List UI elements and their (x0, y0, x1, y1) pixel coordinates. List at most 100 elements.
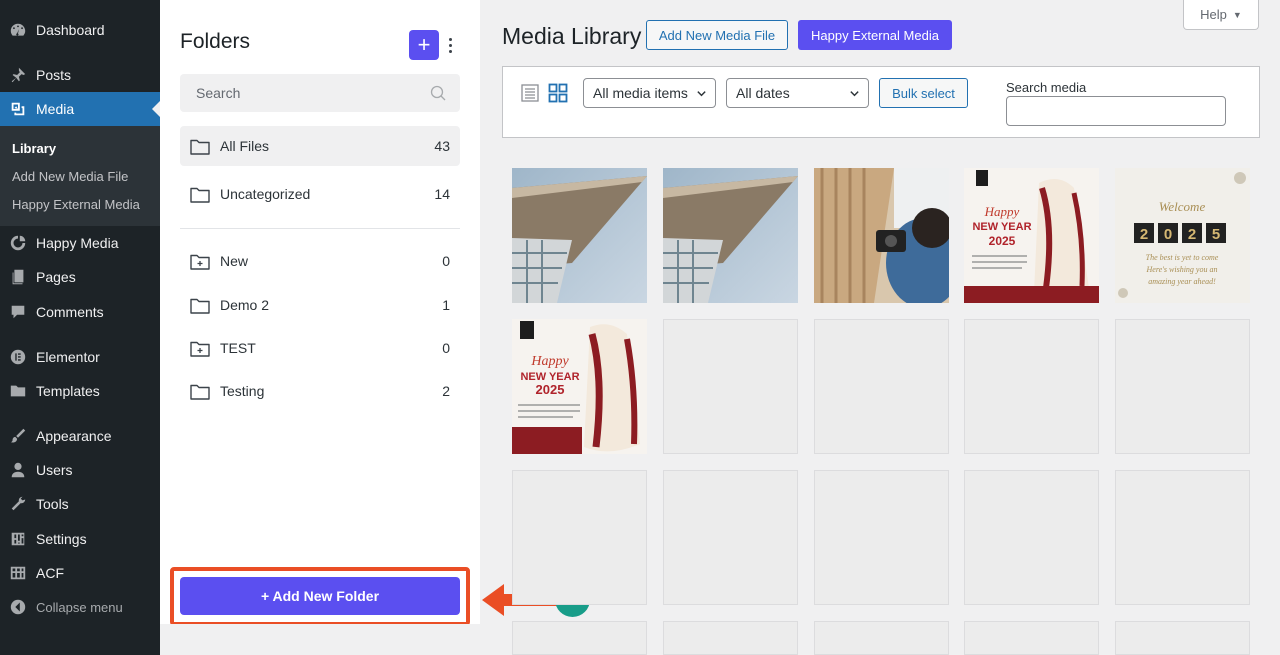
folder-count: 14 (434, 186, 450, 202)
media-placeholder[interactable] (1115, 470, 1250, 605)
menu-label: Pages (36, 269, 76, 285)
media-placeholder[interactable] (814, 470, 949, 605)
happy-external-media-button[interactable]: Happy External Media (798, 20, 952, 50)
date-filter[interactable]: All dates (726, 78, 869, 108)
media-thumbnail-building[interactable] (663, 168, 798, 303)
media-placeholder[interactable] (964, 319, 1099, 454)
folder-all-files[interactable]: All Files 43 (180, 126, 460, 166)
folder-name: All Files (220, 138, 270, 154)
welcome-text: Welcome (1159, 199, 1206, 214)
media-placeholder[interactable] (1115, 621, 1250, 655)
menu-label: Settings (36, 531, 87, 547)
grid-view-icon[interactable] (548, 83, 568, 103)
folder-count: 1 (442, 297, 450, 313)
collapse-label: Collapse menu (36, 599, 123, 615)
digit: 5 (1212, 226, 1220, 243)
media-placeholder[interactable] (964, 470, 1099, 605)
menu-item-happy-media[interactable]: Happy Media (0, 226, 160, 260)
menu-item-templates[interactable]: Templates (0, 374, 160, 408)
folder-icon (190, 297, 220, 314)
media-placeholder[interactable] (964, 621, 1099, 655)
folder-name: Demo 2 (220, 297, 270, 313)
media-placeholder[interactable] (814, 319, 949, 454)
folder-count: 0 (442, 253, 450, 269)
menu-label: Posts (36, 67, 72, 83)
wrench-icon (0, 495, 36, 513)
menu-item-elementor[interactable]: Elementor (0, 340, 160, 374)
menu-item-media[interactable]: Media (0, 92, 160, 126)
menu-label: Tools (36, 496, 69, 512)
media-thumbnail-new-year-flyer[interactable]: Happy NEW YEAR 2025 (964, 168, 1099, 303)
user-icon (0, 461, 36, 479)
help-tab[interactable]: Help ▼ (1183, 0, 1259, 30)
add-new-folder-button[interactable]: + Add New Folder (180, 577, 460, 615)
folder-item[interactable]: TEST 0 (180, 328, 460, 368)
menu-item-posts[interactable]: Posts (0, 58, 160, 92)
flyer-year: 2025 (536, 382, 565, 397)
menu-item-tools[interactable]: Tools (0, 487, 160, 521)
media-placeholder[interactable] (663, 319, 798, 454)
flyer-happy: Happy (984, 204, 1020, 219)
flyer-new-year: NEW YEAR (972, 221, 1031, 233)
menu-item-comments[interactable]: Comments (0, 295, 160, 329)
submenu-library[interactable]: Library (12, 141, 56, 156)
media-placeholder[interactable] (663, 621, 798, 655)
sliders-icon (0, 530, 36, 548)
more-options-icon[interactable] (442, 34, 458, 56)
menu-item-users[interactable]: Users (0, 453, 160, 487)
folder-count: 2 (442, 383, 450, 399)
folder-item[interactable]: Testing 2 (180, 371, 460, 411)
folder-item[interactable]: New 0 (180, 241, 460, 281)
folder-divider (180, 228, 460, 229)
folder-name: Testing (220, 383, 265, 399)
folder-count: 0 (442, 340, 450, 356)
media-type-filter[interactable]: All media items (583, 78, 716, 108)
folder-icon (190, 383, 220, 400)
dashboard-icon (0, 21, 36, 39)
happy-media-icon (0, 234, 36, 252)
menu-label: Comments (36, 304, 104, 320)
folder-uncategorized[interactable]: Uncategorized 14 (180, 174, 460, 214)
media-thumbnail-building[interactable] (512, 168, 647, 303)
media-placeholder[interactable] (512, 470, 647, 605)
chevron-down-icon (697, 91, 706, 97)
menu-item-dashboard[interactable]: Dashboard (0, 13, 160, 47)
search-media-input[interactable] (1006, 96, 1226, 126)
media-thumbnail-welcome-2025[interactable]: Welcome 2 0 2 5 The best is yet to come … (1115, 168, 1250, 303)
menu-item-acf[interactable]: ACF (0, 556, 160, 590)
folder-item[interactable]: Demo 2 1 (180, 285, 460, 325)
photographer-photo (814, 168, 949, 303)
folder-count: 43 (434, 138, 450, 154)
comments-icon (0, 303, 36, 321)
new-year-flyer: Happy NEW YEAR 2025 (512, 319, 647, 454)
folder-search-input[interactable] (180, 74, 460, 112)
add-new-media-button[interactable]: Add New Media File (646, 20, 788, 50)
menu-label: Dashboard (36, 22, 105, 38)
brush-icon (0, 427, 36, 445)
list-view-icon[interactable] (521, 84, 539, 102)
media-placeholder[interactable] (663, 470, 798, 605)
folder-plus-icon (190, 340, 220, 357)
menu-label: Elementor (36, 349, 100, 365)
menu-item-pages[interactable]: Pages (0, 260, 160, 294)
menu-item-appearance[interactable]: Appearance (0, 419, 160, 453)
folder-name: Uncategorized (220, 186, 311, 202)
media-placeholder[interactable] (814, 621, 949, 655)
media-thumbnail-new-year-flyer[interactable]: Happy NEW YEAR 2025 (512, 319, 647, 454)
media-placeholder[interactable] (512, 621, 647, 655)
media-placeholder[interactable] (1115, 319, 1250, 454)
media-thumbnail-photographer[interactable] (814, 168, 949, 303)
tagline: The best is yet to come (1146, 253, 1219, 262)
pages-icon (0, 268, 36, 286)
menu-item-settings[interactable]: Settings (0, 522, 160, 556)
new-year-flyer: Happy NEW YEAR 2025 (964, 168, 1099, 303)
folder-search (180, 74, 460, 112)
bulk-select-button[interactable]: Bulk select (879, 78, 968, 108)
add-folder-icon-button[interactable]: + (409, 30, 439, 60)
building-photo (663, 168, 798, 303)
collapse-menu-button[interactable]: Collapse menu (0, 590, 160, 624)
submenu-happy-external[interactable]: Happy External Media (12, 197, 140, 212)
folder-name: TEST (220, 340, 256, 356)
submenu-add-new[interactable]: Add New Media File (12, 169, 128, 184)
search-media-label: Search media (1006, 80, 1087, 95)
